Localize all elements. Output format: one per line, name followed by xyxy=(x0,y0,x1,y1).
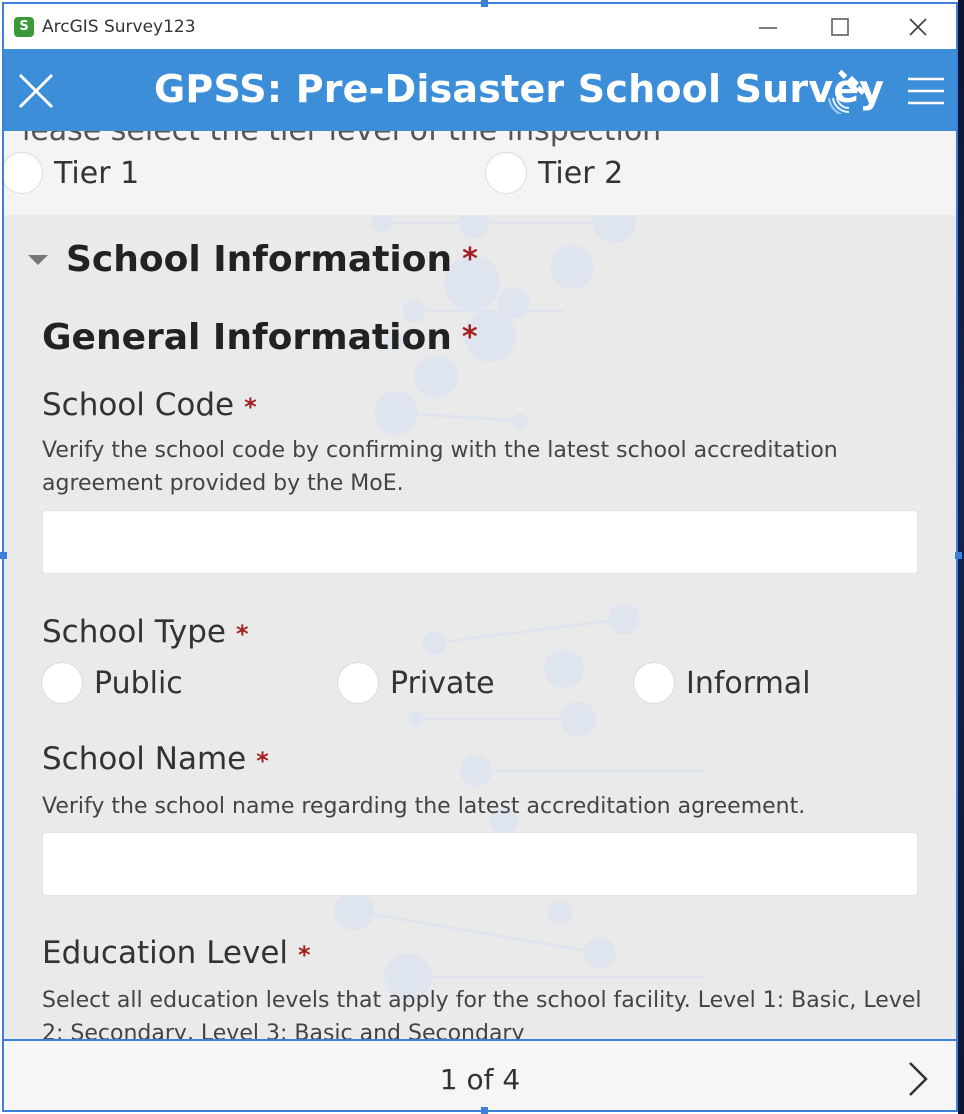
close-survey-button[interactable] xyxy=(12,67,60,115)
minimize-icon xyxy=(759,26,777,29)
maximize-button[interactable] xyxy=(804,4,876,49)
menu-button[interactable] xyxy=(902,67,950,115)
radio-button[interactable] xyxy=(486,153,526,193)
radio-label: Public xyxy=(94,665,183,701)
subgroup-general-information: General Information * xyxy=(42,317,478,358)
tier-question: lease select the tier level of the inspe… xyxy=(4,131,956,215)
school-code-label: School Code * xyxy=(42,387,257,423)
window-title: ArcGIS Survey123 xyxy=(42,16,196,37)
radio-button[interactable] xyxy=(634,663,674,703)
hamburger-menu-icon xyxy=(908,77,944,105)
radio-option-tier-2[interactable]: Tier 2 xyxy=(486,153,623,193)
selection-handle[interactable] xyxy=(481,0,488,7)
survey123-app-icon: S xyxy=(14,16,34,37)
radio-button[interactable] xyxy=(338,663,378,703)
survey-header: GPSS: Pre-Disaster School Survey xyxy=(4,49,956,131)
collapse-caret-icon[interactable] xyxy=(28,254,48,265)
required-marker: * xyxy=(462,242,478,277)
radio-button[interactable] xyxy=(4,153,42,193)
radio-label: Tier 2 xyxy=(538,155,624,191)
radio-option-informal[interactable]: Informal xyxy=(634,663,811,703)
school-name-hint: Verify the school name regarding the lat… xyxy=(42,794,806,819)
window-titlebar: S ArcGIS Survey123 xyxy=(4,4,956,49)
school-code-input[interactable] xyxy=(42,510,918,574)
question-label: School Code xyxy=(42,387,235,423)
required-marker: * xyxy=(256,747,269,775)
radio-option-tier-1[interactable]: Tier 1 xyxy=(4,153,139,193)
school-name-label: School Name * xyxy=(42,741,269,777)
close-icon xyxy=(18,73,54,109)
question-label: School Name xyxy=(42,741,247,777)
survey-title: GPSS: Pre-Disaster School Survey xyxy=(154,67,885,111)
required-marker: * xyxy=(235,620,249,648)
close-icon xyxy=(909,17,927,36)
gps-status-button[interactable] xyxy=(826,67,874,115)
satellite-icon xyxy=(828,69,866,114)
radio-label: Tier 1 xyxy=(54,155,140,191)
selection-handle[interactable] xyxy=(0,552,7,559)
group-title: School Information xyxy=(66,239,453,280)
required-marker: * xyxy=(461,320,478,355)
app-window: S ArcGIS Survey123 GPSS: Pre-Disaster Sc… xyxy=(2,2,958,1112)
selection-handle[interactable] xyxy=(955,552,962,559)
education-level-hint: Select all education levels that apply f… xyxy=(42,988,922,1039)
radio-button[interactable] xyxy=(42,663,82,703)
required-marker: * xyxy=(298,941,311,969)
required-marker: * xyxy=(244,393,257,421)
radio-label: Private xyxy=(390,665,495,701)
education-level-label: Education Level * xyxy=(42,935,311,971)
school-type-label: School Type * xyxy=(42,614,249,650)
radio-option-public[interactable]: Public xyxy=(42,663,183,703)
selection-handle[interactable] xyxy=(481,1107,488,1114)
subgroup-title: General Information xyxy=(42,317,452,358)
chevron-right-icon xyxy=(909,1062,928,1096)
minimize-button[interactable] xyxy=(732,4,804,49)
school-code-hint: Verify the school code by confirming wit… xyxy=(42,438,838,496)
radio-label: Informal xyxy=(686,665,811,701)
school-name-input[interactable] xyxy=(42,832,918,896)
radio-option-private[interactable]: Private xyxy=(338,663,495,703)
page-indicator: 1 of 4 xyxy=(439,1063,521,1096)
tier-question-label: lease select the tier level of the inspe… xyxy=(22,131,661,148)
group-school-information[interactable]: School Information * xyxy=(28,239,478,280)
survey-form[interactable]: lease select the tier level of the inspe… xyxy=(4,131,956,1039)
close-window-button[interactable] xyxy=(882,4,954,49)
question-label: Education Level xyxy=(42,935,289,971)
question-label: School Type xyxy=(42,614,226,650)
next-page-button[interactable] xyxy=(898,1059,938,1099)
page-navigation-footer: 1 of 4 xyxy=(4,1039,956,1110)
maximize-icon xyxy=(831,17,849,36)
